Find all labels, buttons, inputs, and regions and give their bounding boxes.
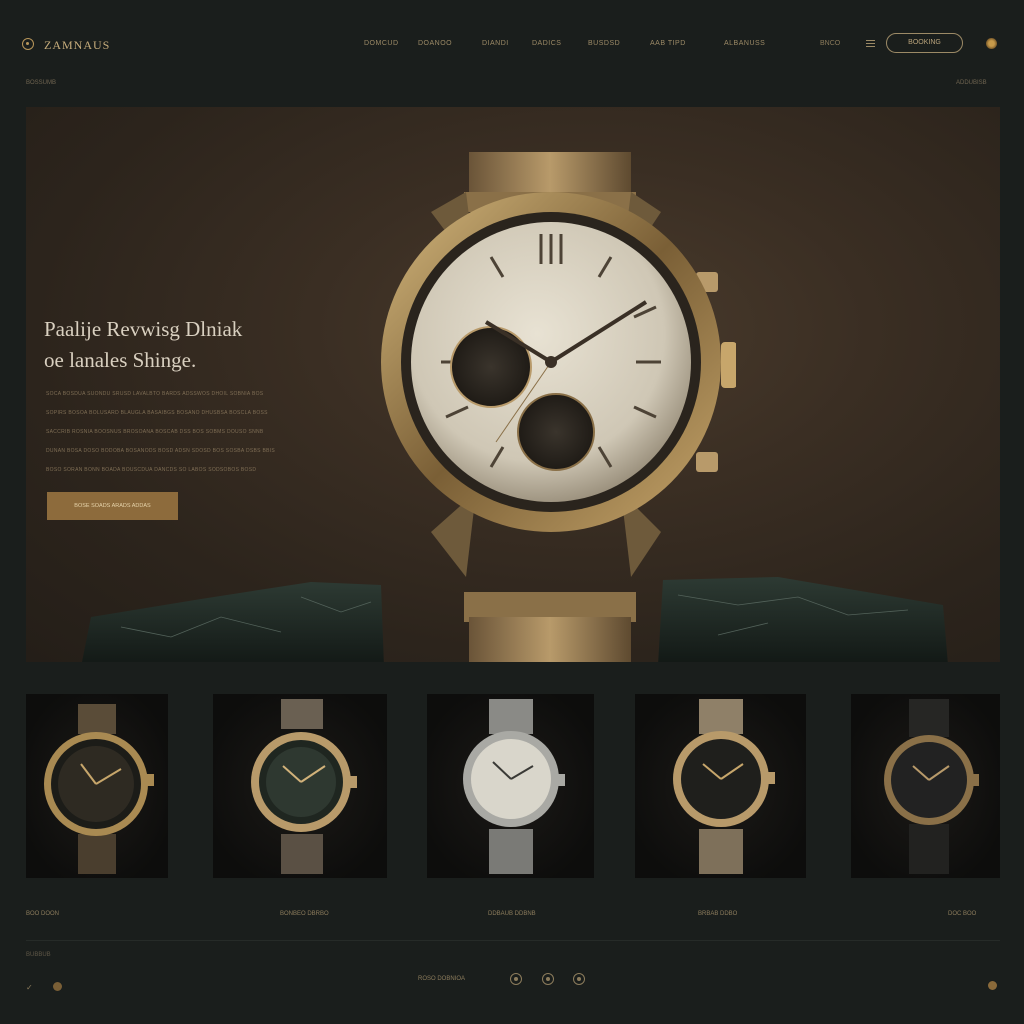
hero-cta-button[interactable]: BOSE SOADS ARADS ADDAS — [47, 492, 178, 520]
nav-item-2[interactable]: DOANOO — [418, 40, 452, 47]
account-icon[interactable] — [986, 38, 997, 49]
language-selector[interactable]: BNCO — [820, 40, 840, 47]
menu-icon[interactable] — [866, 40, 875, 47]
brand-name[interactable]: ZAMNAUS — [44, 38, 110, 53]
footer-label: BUBBUB — [26, 952, 51, 958]
nav-item-5[interactable]: BUSDSD — [588, 40, 620, 47]
brand-logo-icon[interactable] — [22, 38, 34, 50]
nav-item-1[interactable]: DOMCUD — [364, 40, 399, 47]
watch-thumb-1 — [44, 704, 154, 874]
hero-description-line-2: SOPIRS BOSOA BOLUSARD BLAUGLA BASAIBGS B… — [46, 410, 268, 416]
hero-description-line-1: SOCA BOSDUA SUONDU SRUSD LAVALBTO BARDS … — [46, 391, 264, 397]
hero-banner: Paalije Revwisg Dlniak oe lanales Shinge… — [26, 107, 1000, 662]
product-card-2[interactable] — [213, 694, 387, 878]
breadcrumb[interactable]: BOSSUMB — [26, 80, 56, 86]
product-card-5[interactable] — [851, 694, 1000, 878]
booking-button[interactable]: BOOKING — [886, 33, 963, 53]
product-label-3[interactable]: BRBAB DDBO — [698, 911, 737, 917]
product-label-2[interactable]: DDBAUB DDBNB — [488, 911, 536, 917]
bottom-right-label[interactable]: DOC BOO — [948, 911, 976, 917]
footer-badge-icon[interactable] — [53, 982, 62, 991]
watch-thumb-2 — [251, 699, 357, 874]
social-icon-2[interactable] — [542, 973, 554, 985]
footer-center-text[interactable]: ROSO DOBNIOA — [418, 976, 465, 982]
check-icon: ✓ — [26, 983, 33, 992]
bottom-left-label: BOO DOON — [26, 911, 60, 917]
left-stone-pedestal — [82, 582, 384, 662]
nav-item-3[interactable]: DIANDI — [482, 40, 509, 47]
nav-item-7[interactable]: ALBANUSS — [724, 40, 765, 47]
watch-thumb-3 — [463, 699, 565, 874]
product-card-1[interactable] — [26, 694, 168, 878]
footer-divider — [26, 940, 1000, 941]
hero-description: SOCA BOSDUA SUONDU SRUSD LAVALBTO BARDS … — [46, 391, 278, 486]
footer-account-icon[interactable] — [988, 981, 997, 990]
watch-thumb-4 — [673, 699, 775, 874]
social-icon-3[interactable] — [573, 973, 585, 985]
hero-description-line-3: SACCRIB ROSNIA BOOSNUS BROSOANA BOSCAB D… — [46, 429, 264, 435]
hero-description-line-5: BOSO SORAN BONN BOADA BOUSCDUA DANCDS SO… — [46, 467, 257, 473]
watch-thumb-5 — [884, 699, 979, 874]
product-card-4[interactable] — [635, 694, 806, 878]
social-icon-1[interactable] — [510, 973, 522, 985]
hero-title-line-2: oe lanales Shinge. — [44, 348, 197, 372]
top-nav-bar: ZAMNAUS DOMCUD DOANOO DIANDI DADICS BUSD… — [0, 0, 1024, 90]
product-label-1[interactable]: BONBEO DBRBO — [280, 911, 329, 917]
hero-title: Paalije Revwisg Dlniak oe lanales Shinge… — [44, 314, 294, 376]
breadcrumb-right[interactable]: ADDUBISB — [956, 80, 987, 86]
hero-description-line-4: DUNAN BOSA DOSO BODOBA BOSANODS BOSD ADS… — [46, 448, 276, 454]
product-card-3[interactable] — [427, 694, 594, 878]
nav-item-6[interactable]: AAB TIPD — [650, 40, 686, 47]
nav-item-4[interactable]: DADICS — [532, 40, 561, 47]
hero-watch-image — [381, 152, 736, 662]
hero-title-line-1: Paalije Revwisg Dlniak — [44, 317, 243, 341]
